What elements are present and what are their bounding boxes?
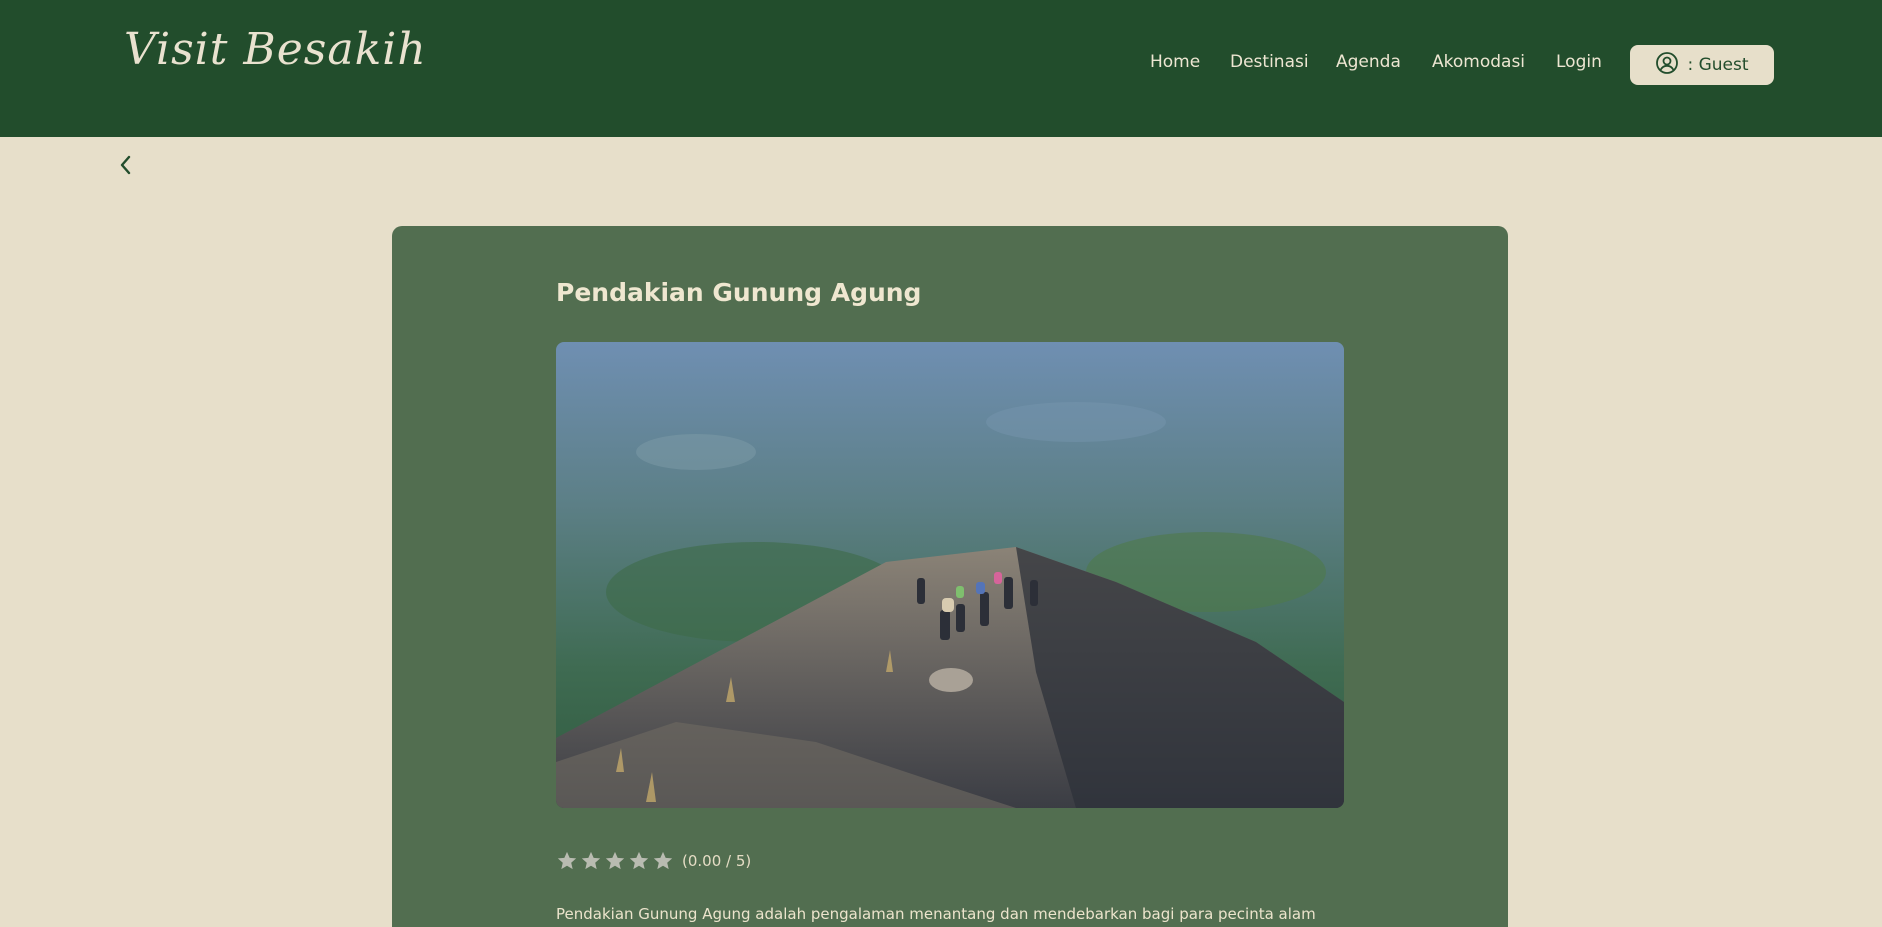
star-icon[interactable] xyxy=(604,850,626,872)
user-label: : Guest xyxy=(1687,55,1749,75)
chevron-left-icon xyxy=(114,155,138,184)
nav-akomodasi[interactable]: Akomodasi xyxy=(1432,52,1525,72)
user-menu-button[interactable]: : Guest xyxy=(1630,45,1774,85)
user-circle-icon xyxy=(1655,51,1679,80)
top-navbar: Visit Besakih Home Destinasi Agenda Akom… xyxy=(0,0,1882,137)
destination-photo xyxy=(556,342,1344,808)
star-icon[interactable] xyxy=(556,850,578,872)
nav-home[interactable]: Home xyxy=(1150,52,1200,72)
star-icon[interactable] xyxy=(652,850,674,872)
nav-agenda[interactable]: Agenda xyxy=(1336,52,1401,72)
nav-destinasi[interactable]: Destinasi xyxy=(1230,52,1309,72)
back-button[interactable] xyxy=(114,150,138,180)
destination-detail-card: Pendakian Gunung Agung (0.00 / 5) Pendak… xyxy=(392,226,1508,927)
star-icon[interactable] xyxy=(580,850,602,872)
nav-login[interactable]: Login xyxy=(1556,52,1602,72)
star-icon[interactable] xyxy=(628,850,650,872)
description-text: Pendakian Gunung Agung adalah pengalaman… xyxy=(556,905,1316,923)
site-logo[interactable]: Visit Besakih xyxy=(124,24,427,75)
rating: (0.00 / 5) xyxy=(556,850,751,872)
page-title: Pendakian Gunung Agung xyxy=(556,278,922,307)
rating-value: (0.00 / 5) xyxy=(682,852,752,870)
